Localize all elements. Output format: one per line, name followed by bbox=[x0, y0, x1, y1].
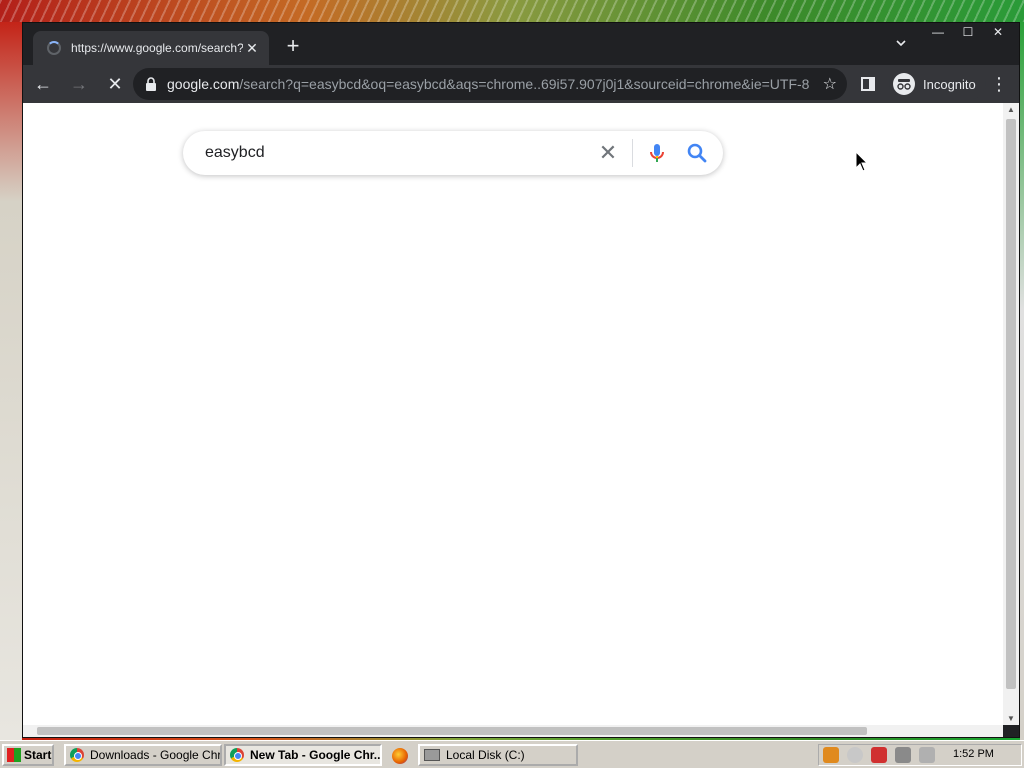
maximize-button[interactable]: ☐ bbox=[953, 23, 983, 41]
loading-spinner-icon bbox=[47, 41, 61, 55]
clock[interactable]: 1:52 PM bbox=[953, 748, 994, 760]
taskbar-item-label: Downloads - Google Chr... bbox=[90, 748, 222, 762]
windows-logo-icon bbox=[7, 748, 21, 762]
page-content: easybcd ✕ bbox=[23, 103, 1003, 725]
system-tray: 1:52 PM bbox=[818, 744, 1022, 766]
background-window-edge bbox=[0, 22, 22, 740]
mouse-cursor-icon bbox=[855, 151, 869, 172]
close-window-button[interactable]: ✕ bbox=[983, 23, 1013, 41]
vertical-scroll-thumb[interactable] bbox=[1006, 119, 1016, 689]
status-tray-icon[interactable] bbox=[847, 747, 863, 763]
taskbar-item-local-disk[interactable]: Local Disk (C:) bbox=[418, 744, 578, 766]
desktop-wallpaper bbox=[0, 0, 1024, 22]
tab-search-button[interactable] bbox=[891, 37, 911, 57]
search-tray-icon[interactable] bbox=[823, 747, 839, 763]
address-bar[interactable]: google.com /search?q=easybcd&oq=easybcd&… bbox=[133, 68, 847, 100]
start-button[interactable]: Start bbox=[2, 744, 54, 766]
drive-icon bbox=[424, 749, 440, 761]
tab-close-icon[interactable]: ✕ bbox=[243, 40, 261, 57]
lock-icon[interactable] bbox=[145, 77, 157, 91]
start-label: Start bbox=[24, 748, 52, 762]
search-input[interactable]: easybcd bbox=[205, 144, 596, 162]
chrome-window: https://www.google.com/search?q=easybcd&… bbox=[22, 22, 1020, 738]
chrome-icon bbox=[230, 748, 244, 762]
incognito-label: Incognito bbox=[923, 76, 976, 92]
browser-toolbar: ← → ✕ google.com /search?q=easybcd&oq=ea… bbox=[23, 65, 1019, 103]
taskbar-item-label: Local Disk (C:) bbox=[446, 748, 525, 762]
tab-title: https://www.google.com/search?q=easybcd&… bbox=[71, 41, 243, 55]
microphone-icon[interactable] bbox=[645, 141, 669, 165]
clear-search-icon[interactable]: ✕ bbox=[596, 141, 620, 165]
horizontal-scroll-thumb[interactable] bbox=[37, 727, 867, 735]
window-controls: — ☐ ✕ bbox=[923, 23, 1013, 41]
divider bbox=[632, 139, 633, 167]
google-search-box[interactable]: easybcd ✕ bbox=[183, 131, 723, 175]
firefox-icon[interactable] bbox=[392, 748, 408, 764]
minimize-button[interactable]: — bbox=[923, 23, 953, 41]
side-panel-icon[interactable] bbox=[861, 77, 875, 91]
taskbar-item-new-tab[interactable]: New Tab - Google Chr... bbox=[224, 744, 382, 766]
vertical-scrollbar[interactable]: ▲ ▼ bbox=[1003, 103, 1019, 725]
new-tab-button[interactable]: + bbox=[281, 35, 305, 59]
taskbar-item-label: New Tab - Google Chr... bbox=[250, 748, 382, 762]
background-window-edge-right bbox=[1020, 22, 1024, 740]
network-icon[interactable] bbox=[895, 747, 911, 763]
url-path: /search?q=easybcd&oq=easybcd&aqs=chrome.… bbox=[239, 76, 810, 92]
stop-loading-button[interactable]: ✕ bbox=[99, 68, 131, 100]
more-menu-icon[interactable]: ⋮ bbox=[989, 73, 1009, 95]
tab-strip: https://www.google.com/search?q=easybcd&… bbox=[23, 23, 1019, 65]
back-button[interactable]: ← bbox=[27, 68, 59, 100]
chrome-icon bbox=[70, 748, 84, 762]
bookmark-star-icon[interactable]: ☆ bbox=[823, 74, 837, 94]
incognito-indicator[interactable]: Incognito bbox=[889, 69, 986, 99]
search-icon[interactable] bbox=[685, 141, 709, 165]
volume-icon[interactable] bbox=[919, 747, 935, 763]
forward-button[interactable]: → bbox=[63, 68, 95, 100]
chevron-down-icon bbox=[896, 40, 906, 47]
scroll-down-icon[interactable]: ▼ bbox=[1003, 714, 1019, 723]
scroll-up-icon[interactable]: ▲ bbox=[1003, 105, 1019, 114]
security-alert-icon[interactable] bbox=[871, 747, 887, 763]
taskbar: Start Downloads - Google Chr... New Tab … bbox=[0, 740, 1024, 768]
incognito-icon bbox=[893, 73, 915, 95]
url-host: google.com bbox=[167, 76, 240, 92]
taskbar-item-downloads[interactable]: Downloads - Google Chr... bbox=[64, 744, 222, 766]
horizontal-scrollbar[interactable] bbox=[23, 725, 1003, 737]
tab-google-search[interactable]: https://www.google.com/search?q=easybcd&… bbox=[33, 31, 269, 65]
